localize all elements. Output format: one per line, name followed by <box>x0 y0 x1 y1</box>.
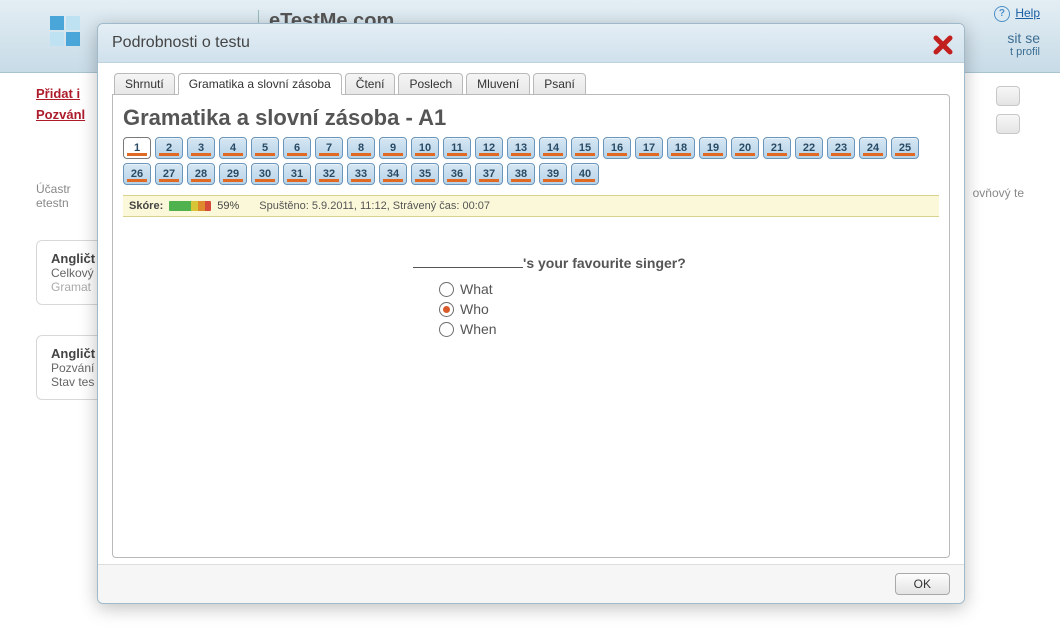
panel-heading: Gramatika a slovní zásoba - A1 <box>123 105 939 131</box>
tab-poslech[interactable]: Poslech <box>398 73 463 95</box>
question-number-38[interactable]: 38 <box>507 163 535 185</box>
question-number-11[interactable]: 11 <box>443 137 471 159</box>
tab--ten-[interactable]: Čtení <box>345 73 396 95</box>
option-when[interactable]: When <box>439 321 939 337</box>
question-number-21[interactable]: 21 <box>763 137 791 159</box>
score-segment <box>205 201 211 211</box>
question-number-19[interactable]: 19 <box>699 137 727 159</box>
question-number-7[interactable]: 7 <box>315 137 343 159</box>
question-number-4[interactable]: 4 <box>219 137 247 159</box>
top-right-text: sit se t profil <box>1007 30 1040 58</box>
score-segment <box>191 201 198 211</box>
question-number-32[interactable]: 32 <box>315 163 343 185</box>
question-number-26[interactable]: 26 <box>123 163 151 185</box>
score-segment <box>198 201 205 211</box>
question-number-15[interactable]: 15 <box>571 137 599 159</box>
help-link-area: ? Help <box>994 6 1040 22</box>
question-number-35[interactable]: 35 <box>411 163 439 185</box>
question-number-27[interactable]: 27 <box>155 163 183 185</box>
modal-body: ShrnutíGramatika a slovní zásobaČteníPos… <box>98 63 964 564</box>
question-number-25[interactable]: 25 <box>891 137 919 159</box>
question-number-3[interactable]: 3 <box>187 137 215 159</box>
logo-icon <box>50 16 80 46</box>
option-label: Who <box>460 301 489 317</box>
help-link[interactable]: Help <box>1015 6 1040 20</box>
question-number-37[interactable]: 37 <box>475 163 503 185</box>
tab-mluven-[interactable]: Mluvení <box>466 73 530 95</box>
question-number-17[interactable]: 17 <box>635 137 663 159</box>
blank-underline <box>413 253 523 268</box>
option-what[interactable]: What <box>439 281 939 297</box>
top-right-line1: sit se <box>1007 30 1040 46</box>
option-label: What <box>460 281 493 297</box>
score-meta: Spuštěno: 5.9.2011, 11:12, Strávený čas:… <box>259 200 490 212</box>
question-number-20[interactable]: 20 <box>731 137 759 159</box>
bg-dropdown-button-1[interactable] <box>996 86 1020 106</box>
tab-gramatika-a-slovn-z-soba[interactable]: Gramatika a slovní zásoba <box>178 73 342 95</box>
tab-psan-[interactable]: Psaní <box>533 73 586 95</box>
close-icon[interactable] <box>932 34 954 59</box>
radio-icon[interactable] <box>439 322 454 337</box>
ok-button[interactable]: OK <box>895 573 950 595</box>
question-number-24[interactable]: 24 <box>859 137 887 159</box>
question-number-2[interactable]: 2 <box>155 137 183 159</box>
question-number-9[interactable]: 9 <box>379 137 407 159</box>
question-number-grid: 1234567891011121314151617181920212223242… <box>123 137 939 185</box>
question-number-33[interactable]: 33 <box>347 163 375 185</box>
question-number-13[interactable]: 13 <box>507 137 535 159</box>
modal-header: Podrobnosti o testu <box>98 24 964 63</box>
radio-icon[interactable] <box>439 302 454 317</box>
question-number-18[interactable]: 18 <box>667 137 695 159</box>
score-line: Skóre: 59% Spuštěno: 5.9.2011, 11:12, St… <box>123 195 939 217</box>
tab-shrnut-[interactable]: Shrnutí <box>114 73 175 95</box>
question-number-39[interactable]: 39 <box>539 163 567 185</box>
modal-footer: OK <box>98 564 964 603</box>
score-segment <box>169 201 191 211</box>
tabs: ShrnutíGramatika a slovní zásobaČteníPos… <box>112 73 950 95</box>
question-number-40[interactable]: 40 <box>571 163 599 185</box>
question-number-23[interactable]: 23 <box>827 137 855 159</box>
question-area: 's your favourite singer? What Who When <box>413 253 939 337</box>
question-text: 's your favourite singer? <box>413 253 939 271</box>
question-number-1[interactable]: 1 <box>123 137 151 159</box>
question-number-5[interactable]: 5 <box>251 137 279 159</box>
question-number-8[interactable]: 8 <box>347 137 375 159</box>
bg-dropdown-button-2[interactable] <box>996 114 1020 134</box>
question-number-6[interactable]: 6 <box>283 137 311 159</box>
question-number-10[interactable]: 10 <box>411 137 439 159</box>
score-label: Skóre: <box>129 200 163 212</box>
question-number-14[interactable]: 14 <box>539 137 567 159</box>
question-number-34[interactable]: 34 <box>379 163 407 185</box>
option-who[interactable]: Who <box>439 301 939 317</box>
help-icon: ? <box>994 6 1010 22</box>
question-number-22[interactable]: 22 <box>795 137 823 159</box>
score-percent: 59% <box>217 200 239 212</box>
tab-panel: Gramatika a slovní zásoba - A1 123456789… <box>112 94 950 558</box>
question-suffix: 's your favourite singer? <box>523 255 686 271</box>
question-number-29[interactable]: 29 <box>219 163 247 185</box>
radio-icon[interactable] <box>439 282 454 297</box>
question-number-30[interactable]: 30 <box>251 163 279 185</box>
modal-title: Podrobnosti o testu <box>112 34 250 51</box>
option-label: When <box>460 321 497 337</box>
question-number-28[interactable]: 28 <box>187 163 215 185</box>
question-options: What Who When <box>439 281 939 337</box>
bg-right-col: ovňový te <box>973 186 1024 200</box>
score-bar <box>169 201 211 211</box>
question-number-12[interactable]: 12 <box>475 137 503 159</box>
modal-test-details: Podrobnosti o testu ShrnutíGramatika a s… <box>97 23 965 604</box>
question-number-31[interactable]: 31 <box>283 163 311 185</box>
question-number-36[interactable]: 36 <box>443 163 471 185</box>
question-number-16[interactable]: 16 <box>603 137 631 159</box>
top-right-line2: t profil <box>1007 46 1040 58</box>
